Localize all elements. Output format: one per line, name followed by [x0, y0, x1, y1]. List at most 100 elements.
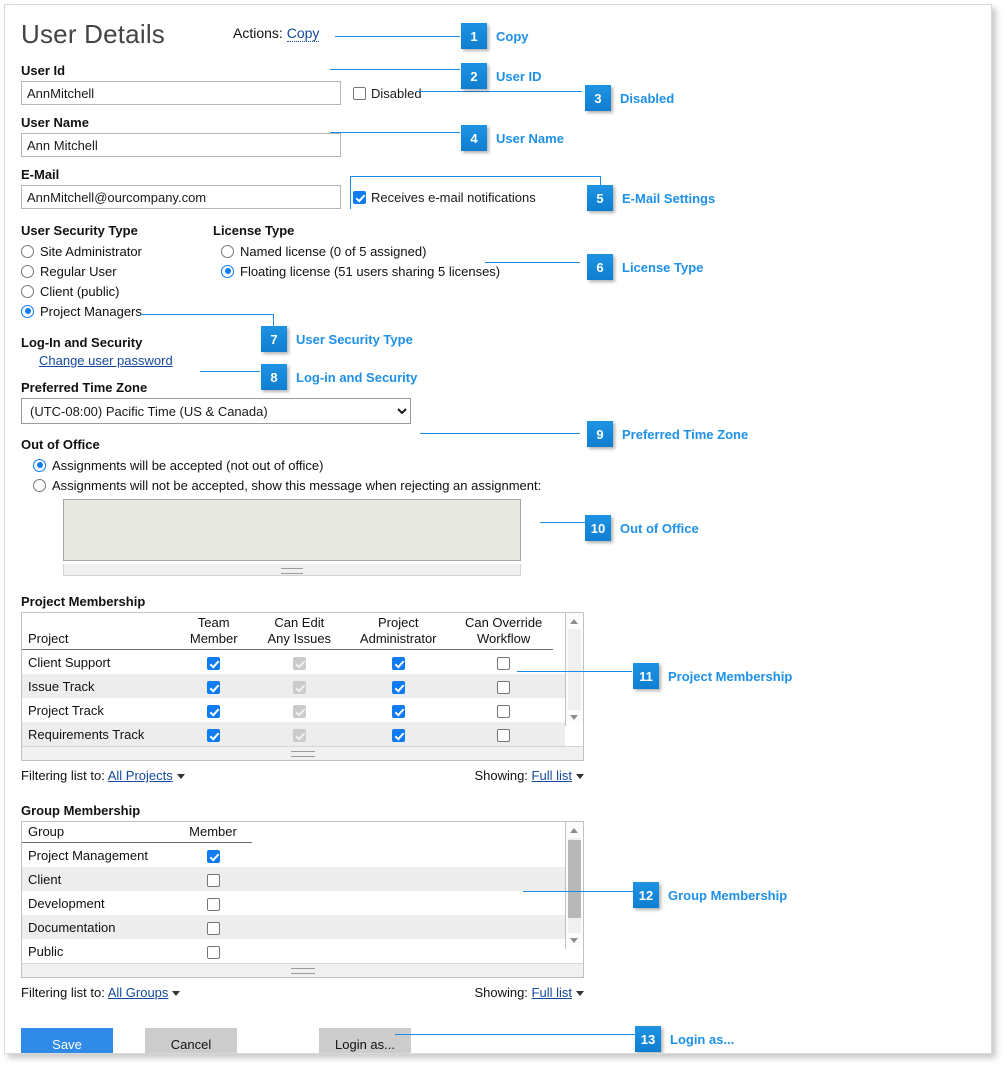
can-override-checkbox[interactable]: [497, 680, 511, 694]
group-showing-value-link[interactable]: Full list: [532, 985, 572, 1000]
out-of-office-option-accept[interactable]: Assignments will be accepted (not out of…: [33, 455, 581, 475]
team-member-checkbox[interactable]: [207, 704, 221, 718]
disabled-checkbox-row[interactable]: Disabled: [353, 86, 422, 101]
cell-member[interactable]: [174, 939, 252, 963]
scroll-up-arrow-icon[interactable]: [570, 828, 578, 833]
radio-named-license[interactable]: [221, 244, 234, 258]
login-as-button[interactable]: Login as...: [319, 1028, 411, 1053]
radio-regular-user[interactable]: [21, 264, 34, 278]
can-override-checkbox[interactable]: [497, 728, 511, 742]
cell-project-admin[interactable]: [342, 698, 454, 722]
group-filter-value-link[interactable]: All Groups: [108, 985, 169, 1000]
cell-can-edit[interactable]: [256, 722, 343, 746]
scroll-down-arrow-icon[interactable]: [570, 715, 578, 720]
scroll-down-arrow-icon[interactable]: [570, 938, 578, 943]
security-option-client-public[interactable]: Client (public): [21, 281, 213, 301]
member-checkbox[interactable]: [206, 897, 220, 911]
cell-team-member[interactable]: [171, 722, 257, 746]
time-zone-select[interactable]: (UTC-08:00) Pacific Time (US & Canada): [21, 398, 411, 424]
cell-member[interactable]: [174, 891, 252, 915]
project-table-vertical-scrollbar[interactable]: [565, 613, 583, 726]
license-option-named[interactable]: Named license (0 of 5 assigned): [221, 241, 553, 261]
project-table-horizontal-grip[interactable]: [22, 746, 583, 760]
cell-team-member[interactable]: [171, 698, 256, 722]
callout-label: E-Mail Settings: [622, 190, 716, 206]
cell-team-member[interactable]: [171, 650, 256, 675]
can-override-checkbox[interactable]: [497, 656, 511, 670]
project-name: Project Track: [28, 702, 104, 718]
disabled-checkbox[interactable]: [353, 86, 366, 100]
project-filter-value-link[interactable]: All Projects: [108, 768, 173, 783]
cell-project-admin[interactable]: [342, 674, 455, 698]
project-admin-checkbox[interactable]: [391, 680, 405, 694]
scroll-thumb[interactable]: [568, 840, 581, 918]
chevron-down-icon[interactable]: [576, 774, 584, 780]
leader-line-5-horz: [350, 176, 600, 177]
team-member-checkbox[interactable]: [207, 656, 221, 670]
user-id-input[interactable]: [21, 81, 341, 105]
group-table-horizontal-grip[interactable]: [22, 963, 583, 977]
out-of-office-message-textarea[interactable]: [63, 499, 521, 561]
table-row: Public: [22, 939, 565, 963]
email-notify-checkbox[interactable]: [353, 190, 366, 204]
cell-team-member[interactable]: [171, 674, 257, 698]
member-checkbox[interactable]: [206, 849, 220, 863]
can-edit-checkbox: [292, 728, 306, 742]
radio-reject-assignments[interactable]: [33, 478, 46, 492]
security-option-regular-user[interactable]: Regular User: [21, 261, 213, 281]
copy-action-link[interactable]: Copy: [286, 25, 320, 42]
scroll-up-arrow-icon[interactable]: [570, 619, 578, 624]
cell-member[interactable]: [174, 915, 252, 939]
leader-line-6: [485, 262, 580, 263]
user-name-input[interactable]: [21, 133, 341, 157]
email-input[interactable]: [21, 185, 341, 209]
callout-badge: 11: [633, 663, 659, 689]
out-of-office-option-reject[interactable]: Assignments will not be accepted, show t…: [33, 475, 581, 495]
security-option-project-managers[interactable]: Project Managers: [21, 301, 213, 321]
cell-can-override[interactable]: [454, 722, 553, 746]
cell-can-override[interactable]: [454, 674, 553, 698]
member-checkbox[interactable]: [206, 921, 220, 935]
member-checkbox[interactable]: [206, 873, 220, 887]
chevron-down-icon[interactable]: [172, 991, 181, 997]
cancel-button[interactable]: Cancel: [145, 1028, 237, 1053]
project-showing-value-link[interactable]: Full list: [532, 768, 572, 783]
can-edit-checkbox: [292, 704, 306, 718]
scroll-track[interactable]: [568, 838, 581, 933]
license-option-label: Floating license (51 users sharing 5 lic…: [240, 263, 501, 279]
email-notify-row[interactable]: Receives e-mail notifications: [353, 190, 536, 205]
radio-floating-license[interactable]: [221, 264, 234, 278]
cell-spacer: [252, 867, 565, 891]
cell-can-override[interactable]: [454, 698, 553, 722]
callout-12: 12 Group Membership: [633, 882, 787, 908]
project-admin-checkbox[interactable]: [391, 704, 405, 718]
radio-client-public[interactable]: [21, 284, 34, 298]
callout-6: 6 License Type: [587, 254, 703, 280]
team-member-checkbox[interactable]: [207, 728, 221, 742]
out-of-office-resize-grip[interactable]: [63, 564, 521, 576]
scroll-track[interactable]: [568, 629, 581, 710]
change-user-password-link[interactable]: Change user password: [39, 353, 173, 368]
chevron-down-icon[interactable]: [176, 774, 185, 780]
team-member-checkbox[interactable]: [207, 680, 221, 694]
cell-member[interactable]: [174, 843, 252, 868]
cell-can-edit[interactable]: [256, 698, 342, 722]
cell-can-edit[interactable]: [256, 650, 342, 675]
radio-project-managers[interactable]: [21, 304, 34, 318]
save-button[interactable]: Save: [21, 1028, 113, 1053]
table-row: Project Track: [22, 698, 565, 722]
cell-member[interactable]: [174, 867, 252, 891]
chevron-down-icon[interactable]: [576, 991, 584, 997]
security-option-site-administrator[interactable]: Site Administrator: [21, 241, 213, 261]
cell-project-admin[interactable]: [342, 650, 454, 675]
cell-can-edit[interactable]: [256, 674, 343, 698]
project-admin-checkbox[interactable]: [391, 656, 405, 670]
project-admin-checkbox[interactable]: [391, 728, 405, 742]
group-table-vertical-scrollbar[interactable]: [565, 822, 583, 949]
member-checkbox[interactable]: [206, 945, 220, 959]
radio-site-administrator[interactable]: [21, 244, 34, 258]
radio-accept-assignments[interactable]: [33, 458, 46, 472]
license-option-floating[interactable]: Floating license (51 users sharing 5 lic…: [221, 261, 553, 281]
can-override-checkbox[interactable]: [497, 704, 511, 718]
cell-project-admin[interactable]: [342, 722, 455, 746]
